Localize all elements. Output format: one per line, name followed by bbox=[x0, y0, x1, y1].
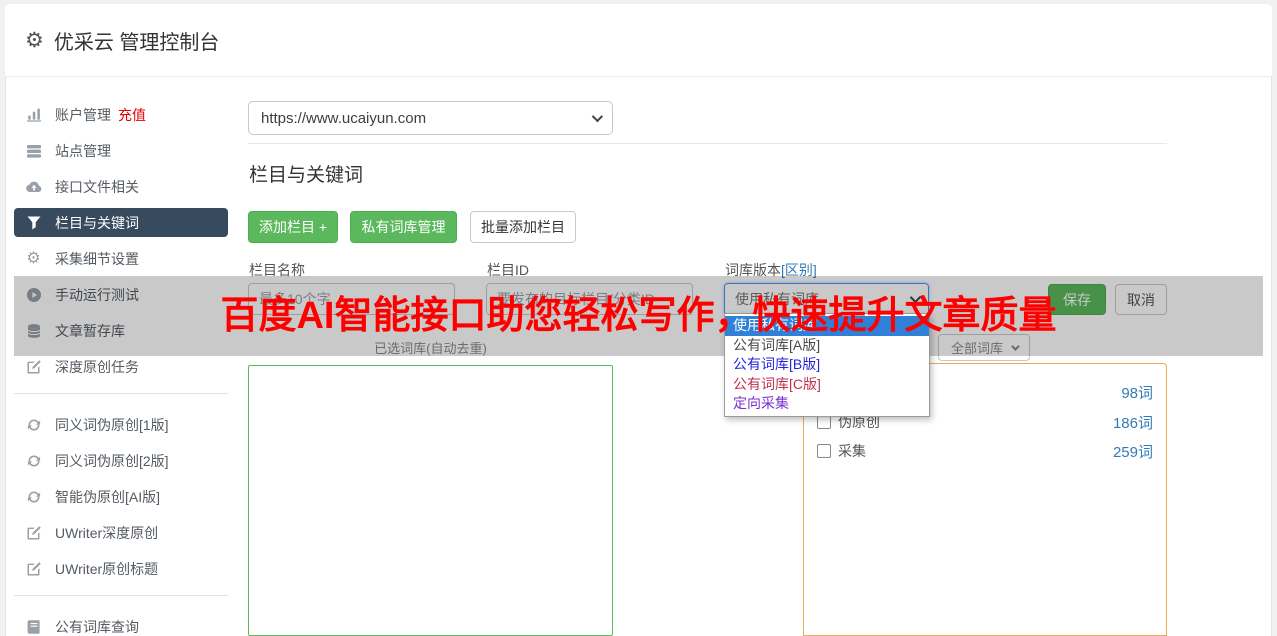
sidebar-item-label: UWriter原创标题 bbox=[55, 560, 159, 577]
dict-row: 采集 259词 bbox=[817, 441, 1153, 461]
promo-overlay-text: 百度AI智能接口助您轻松写作，快速提升文章质量 bbox=[220, 295, 1057, 337]
app-root: ⚙ 优采云 管理控制台 账户管理 充值 站点管理 接口文件相关 栏目与关键词 ⚙ 采集细节设… bbox=[0, 0, 1277, 636]
edit-icon bbox=[25, 358, 42, 375]
sidebar-item-label: 接口文件相关 bbox=[55, 178, 139, 195]
book-icon bbox=[25, 618, 42, 635]
sidebar-item-synonym-rewrite-1[interactable]: 同义词伪原创[1版] bbox=[14, 410, 228, 439]
refresh-icon bbox=[25, 416, 42, 433]
dict-count: 259词 bbox=[1112, 443, 1153, 461]
sidebar-item-label: 站点管理 bbox=[55, 142, 111, 159]
chevron-down-icon bbox=[591, 110, 604, 123]
sidebar-item-label: 同义词伪原创[1版] bbox=[55, 416, 169, 433]
sidebar-item-interface-files[interactable]: 接口文件相关 bbox=[14, 172, 228, 201]
sidebar-divider bbox=[14, 595, 228, 596]
sidebar-item-account[interactable]: 账户管理 充值 bbox=[14, 100, 228, 129]
sidebar-item-label: UWriter深度原创 bbox=[55, 524, 159, 541]
dropdown-option[interactable]: 定向采集 bbox=[725, 394, 929, 414]
sidebar-item-label: 采集细节设置 bbox=[55, 250, 139, 267]
sidebar-item-sites[interactable]: 站点管理 bbox=[14, 136, 228, 165]
sidebar-item-public-dict-query[interactable]: 公有词库查询 bbox=[14, 612, 228, 636]
section-divider bbox=[248, 143, 1167, 144]
dropdown-option[interactable]: 公有词库[C版] bbox=[725, 375, 929, 395]
recharge-link[interactable]: 充值 bbox=[118, 105, 146, 125]
sidebar-item-label: 同义词伪原创[2版] bbox=[55, 452, 169, 469]
sidebar-item-label: 账户管理 bbox=[55, 106, 111, 123]
dict-label: 采集 bbox=[838, 443, 866, 459]
refresh-icon bbox=[25, 488, 42, 505]
add-column-button[interactable]: 添加栏目 + bbox=[248, 211, 338, 243]
sidebar-item-ai-rewrite[interactable]: 智能伪原创[AI版] bbox=[14, 482, 228, 511]
funnel-icon bbox=[25, 214, 42, 231]
dict-checkbox[interactable] bbox=[817, 444, 831, 458]
edit-icon bbox=[25, 560, 42, 577]
sidebar-item-collect-settings[interactable]: ⚙ 采集细节设置 bbox=[14, 244, 228, 273]
sidebar-item-columns-keywords[interactable]: 栏目与关键词 bbox=[14, 208, 228, 237]
cloud-upload-icon bbox=[25, 178, 42, 195]
sidebar-item-uwriter-title[interactable]: UWriter原创标题 bbox=[14, 554, 228, 583]
dropdown-option[interactable]: 公有词库[B版] bbox=[725, 355, 929, 375]
selected-dict-box[interactable] bbox=[248, 365, 613, 636]
edit-icon bbox=[25, 524, 42, 541]
app-title: 优采云 管理控制台 bbox=[53, 31, 220, 54]
site-url-value: https://www.ucaiyun.com bbox=[261, 109, 427, 127]
sidebar-item-label: 公有词库查询 bbox=[55, 618, 139, 635]
chart-icon bbox=[25, 106, 42, 123]
private-dict-manage-button[interactable]: 私有词库管理 bbox=[350, 211, 457, 243]
sidebar-item-uwriter-deep[interactable]: UWriter深度原创 bbox=[14, 518, 228, 547]
dict-count: 98词 bbox=[1121, 384, 1153, 402]
site-url-select[interactable]: https://www.ucaiyun.com bbox=[248, 101, 613, 135]
page-title: 栏目与关键词 bbox=[249, 165, 364, 186]
app-header: ⚙ 优采云 管理控制台 bbox=[5, 4, 1272, 77]
sidebar-item-deep-original-task[interactable]: 深度原创任务 bbox=[14, 352, 228, 381]
server-icon bbox=[25, 142, 42, 159]
dict-count: 186词 bbox=[1112, 414, 1153, 432]
batch-add-column-button[interactable]: 批量添加栏目 bbox=[470, 211, 576, 243]
dict-checkbox[interactable] bbox=[817, 415, 831, 429]
sidebar-item-synonym-rewrite-2[interactable]: 同义词伪原创[2版] bbox=[14, 446, 228, 475]
sidebar-item-label: 深度原创任务 bbox=[55, 358, 139, 375]
sidebar: 账户管理 充值 站点管理 接口文件相关 栏目与关键词 ⚙ 采集细节设置 手动运行测试 文章暂存库… bbox=[14, 100, 228, 636]
gear-icon: ⚙ bbox=[25, 28, 44, 52]
sidebar-item-label: 智能伪原创[AI版] bbox=[55, 488, 161, 505]
sidebar-divider bbox=[14, 393, 228, 394]
sidebar-item-label: 栏目与关键词 bbox=[55, 214, 139, 231]
refresh-icon bbox=[25, 452, 42, 469]
gears-icon: ⚙ bbox=[26, 249, 41, 267]
